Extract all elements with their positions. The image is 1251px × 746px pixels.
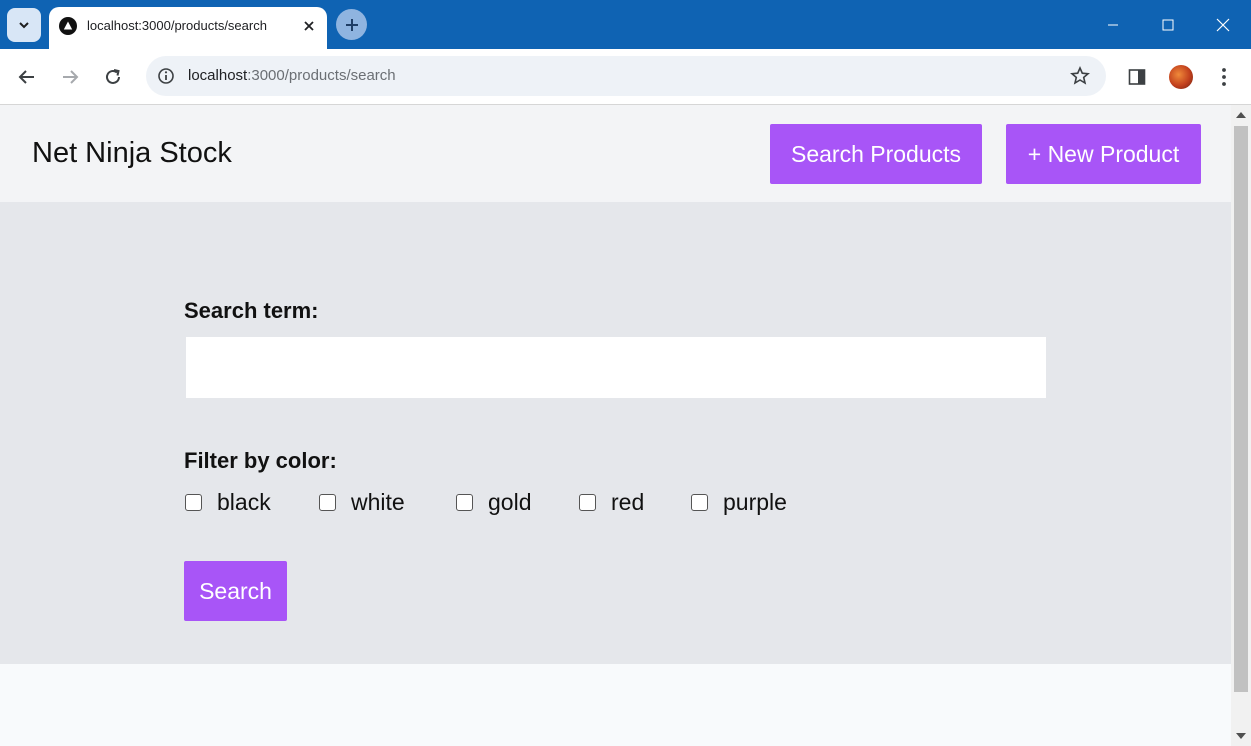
tab-title: localhost:3000/products/search <box>87 18 267 33</box>
side-panel-icon <box>1128 69 1146 85</box>
color-label-purple: purple <box>723 488 787 515</box>
site-brand: Net Ninja Stock <box>32 137 232 169</box>
minimize-icon <box>1108 24 1118 25</box>
scroll-up-arrow[interactable] <box>1236 112 1246 118</box>
nextjs-triangle-icon <box>59 17 77 35</box>
site-info-button[interactable] <box>154 64 178 88</box>
address-bar[interactable]: localhost:3000/products/search <box>146 56 1106 96</box>
checkbox-gold[interactable] <box>456 493 473 511</box>
browser-titlebar: localhost:3000/products/search <box>0 0 1251 49</box>
search-term-label: Search term: <box>184 298 319 323</box>
profile-button[interactable] <box>1167 63 1195 91</box>
reload-button[interactable] <box>96 60 130 94</box>
search-products-link[interactable]: Search Products <box>770 124 982 184</box>
reload-icon <box>106 69 120 84</box>
star-icon <box>1070 66 1090 85</box>
site-navbar: Net Ninja Stock Search Products + New Pr… <box>0 105 1231 202</box>
color-label-white: white <box>351 488 405 515</box>
close-icon <box>304 21 314 31</box>
color-option-red[interactable]: red <box>579 487 644 517</box>
search-submit-button[interactable]: Search <box>184 561 287 621</box>
checkbox-white[interactable] <box>319 493 336 511</box>
maximize-icon <box>1162 19 1174 30</box>
browser-menu-button[interactable] <box>1210 63 1238 91</box>
color-label-black: black <box>217 488 271 515</box>
arrow-left-icon <box>18 70 34 84</box>
color-label-red: red <box>611 488 645 515</box>
scroll-thumb[interactable] <box>1234 126 1248 692</box>
info-icon <box>158 68 174 84</box>
color-option-purple[interactable]: purple <box>691 487 787 517</box>
bookmark-button[interactable] <box>1068 64 1092 88</box>
maximize-button[interactable] <box>1140 0 1196 49</box>
window-close-button[interactable] <box>1195 0 1251 49</box>
checkbox-purple[interactable] <box>691 493 708 511</box>
tab-search-button[interactable] <box>7 8 41 42</box>
checkbox-red[interactable] <box>579 493 596 511</box>
more-vertical-icon <box>1222 68 1226 86</box>
new-product-link[interactable]: + New Product <box>1006 124 1201 184</box>
filter-color-label: Filter by color: <box>184 448 337 473</box>
search-form-panel: Search term: Filter by color: black whit… <box>0 202 1231 664</box>
address-path: :3000/products/search <box>247 67 396 84</box>
address-host: localhost <box>188 67 248 84</box>
scroll-down-arrow[interactable] <box>1236 733 1246 739</box>
forward-button[interactable] <box>53 60 87 94</box>
search-input[interactable] <box>186 337 1046 398</box>
address-url: localhost:3000/products/search <box>188 67 396 84</box>
side-panel-button[interactable] <box>1123 63 1151 91</box>
color-label-gold: gold <box>488 488 532 515</box>
browser-tab-active[interactable]: localhost:3000/products/search <box>49 7 327 49</box>
avatar <box>1169 65 1193 89</box>
plus-icon <box>345 18 358 31</box>
color-option-white[interactable]: white <box>319 487 405 517</box>
checkbox-black[interactable] <box>185 493 202 511</box>
page-scrollbar[interactable] <box>1231 105 1251 746</box>
browser-toolbar: localhost:3000/products/search <box>0 49 1251 105</box>
minimize-button[interactable] <box>1085 0 1141 49</box>
page-viewport: Net Ninja Stock Search Products + New Pr… <box>0 105 1231 746</box>
tab-close-button[interactable] <box>299 16 319 36</box>
chevron-down-icon <box>19 22 29 29</box>
arrow-right-icon <box>63 70 79 84</box>
new-tab-button[interactable] <box>336 9 367 40</box>
color-option-black[interactable]: black <box>185 487 271 517</box>
back-button[interactable] <box>10 60 44 94</box>
close-icon <box>1216 18 1230 31</box>
color-option-gold[interactable]: gold <box>456 487 531 517</box>
